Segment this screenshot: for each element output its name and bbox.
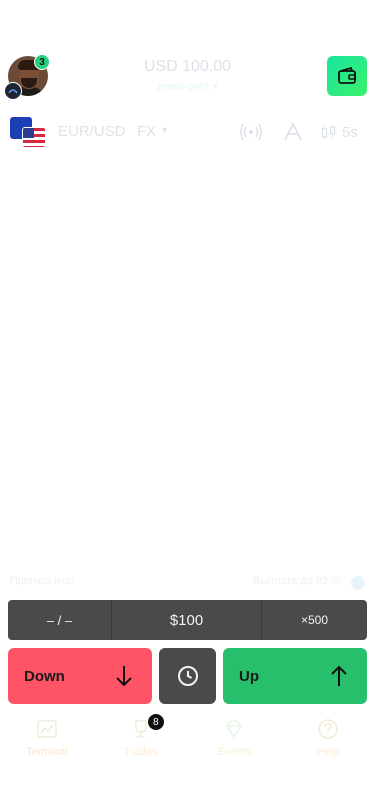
nav-item-help[interactable]: Help [281,718,375,766]
nav-item-trades[interactable]: 8 Trades [94,714,188,766]
amount-selector[interactable]: $100 [112,600,262,640]
wallet-button[interactable] [327,56,367,96]
info-row: Прогноз итог Выплата до 92 % [0,575,375,591]
chart-type-button[interactable]: 5s [320,122,358,142]
signal-icon [240,123,262,141]
nav-item-events[interactable]: Events [188,718,282,766]
payout-label: Выплата до 92 % [252,575,341,587]
asset-pair[interactable]: EUR/USD [58,123,126,140]
multiplier-selector[interactable]: ×500 [262,600,367,640]
account-type-label: демо-счёт ▾ [157,81,218,93]
asset-bar: EUR/USD FX ▾ 5s [0,116,375,150]
info-icon[interactable] [351,576,365,590]
nav-label-help: Help [316,746,340,758]
indicator-icon [284,121,302,141]
chart-icon [37,720,57,738]
balance-amount: USD 100.00 [143,58,232,75]
balance-block[interactable]: USD 100.00 демо-счёт ▾ [0,58,375,93]
asset-type[interactable]: FX [137,123,156,140]
clock-icon [177,666,198,686]
trades-count-badge: 8 [147,714,164,730]
nav-label-trades: Trades [123,746,158,758]
down-button-label: Down [24,667,65,685]
up-button-label: Up [239,667,259,685]
top-header: 3 USD 100.00 демо-счёт ▾ [0,54,375,100]
help-icon [318,719,338,739]
us-flag-icon [22,127,46,148]
arrow-up-icon [331,665,347,686]
candle-interval: 5s [342,123,358,141]
trade-params: – / – $100 ×500 [8,600,367,640]
chevron-down-icon[interactable]: ▾ [162,125,167,136]
candlestick-icon [321,124,336,140]
indicators-button[interactable] [282,121,304,146]
nav-label-terminal: Terminal [26,746,68,758]
forecast-label: Прогноз итог [10,575,76,587]
diamond-icon [226,720,243,739]
pending-order-button[interactable] [159,648,216,704]
currency-flags-icon[interactable] [10,117,48,149]
up-button[interactable]: Up [223,648,367,704]
down-button[interactable]: Down [8,648,152,704]
wallet-icon [338,66,356,84]
signal-button[interactable] [240,122,262,146]
bottom-nav: Terminal 8 Trades Events Help [0,714,375,766]
nav-label-events: Events [217,746,252,758]
arrow-down-icon [116,666,132,687]
nav-item-terminal[interactable]: Terminal [0,718,94,766]
time-selector[interactable]: – / – [8,600,112,640]
